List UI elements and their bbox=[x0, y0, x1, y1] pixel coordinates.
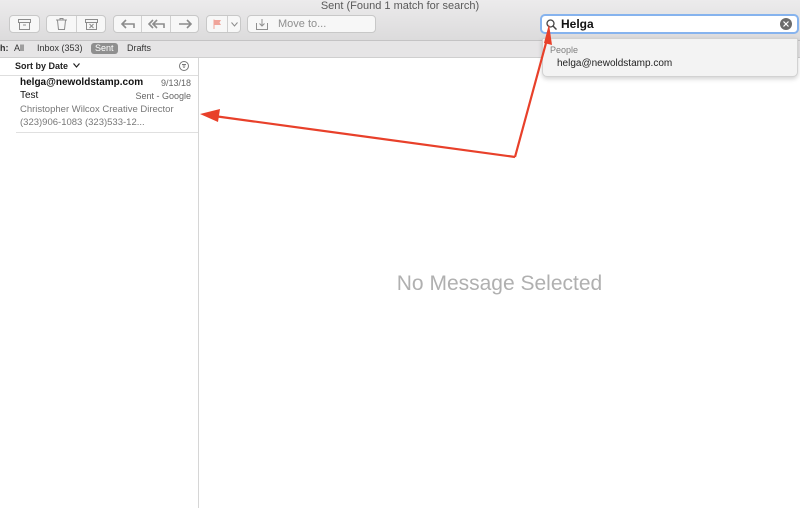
scope-prefix: h: bbox=[0, 43, 9, 53]
junk-icon bbox=[84, 18, 98, 30]
message-sender: helga@newoldstamp.com bbox=[20, 77, 144, 88]
suggestion-item[interactable]: helga@newoldstamp.com bbox=[557, 58, 672, 69]
scope-inbox[interactable]: Inbox (353) bbox=[37, 43, 83, 54]
message-mailbox: Sent - Google bbox=[135, 91, 191, 101]
scope-drafts[interactable]: Drafts bbox=[127, 43, 151, 54]
message-date: 9/13/18 bbox=[160, 78, 191, 88]
move-to-button[interactable]: Move to... bbox=[247, 15, 376, 33]
sort-label: Sort by Date bbox=[15, 61, 69, 71]
reply-all-button[interactable] bbox=[142, 16, 171, 32]
suggestions-header: People bbox=[550, 45, 579, 55]
forward-icon bbox=[178, 19, 192, 29]
delete-button[interactable] bbox=[47, 16, 77, 32]
search-icon bbox=[546, 18, 557, 30]
archive-group bbox=[9, 15, 40, 33]
scope-all[interactable]: All bbox=[14, 43, 24, 54]
archive-icon bbox=[18, 18, 31, 30]
filter-icon[interactable] bbox=[179, 61, 189, 71]
divider bbox=[16, 132, 198, 133]
junk-button[interactable] bbox=[77, 16, 105, 32]
reading-pane: No Message Selected bbox=[199, 58, 800, 508]
move-to-icon bbox=[256, 18, 268, 30]
forward-button[interactable] bbox=[171, 16, 198, 32]
message-list: Sort by Date helga@newoldstamp.com 9/13/… bbox=[0, 58, 199, 508]
flag-menu-button[interactable] bbox=[228, 16, 240, 32]
trash-icon bbox=[56, 18, 67, 30]
move-to-label: Move to... bbox=[278, 18, 327, 30]
flag-group bbox=[206, 15, 241, 33]
close-icon bbox=[783, 21, 789, 27]
reply-button[interactable] bbox=[114, 16, 142, 32]
reply-icon bbox=[120, 19, 135, 29]
search-query: Helga bbox=[561, 17, 594, 31]
message-subject: Test bbox=[20, 90, 39, 101]
flag-icon bbox=[213, 19, 221, 29]
search-suggestions-popup: People helga@newoldstamp.com bbox=[542, 38, 798, 77]
reply-all-icon bbox=[147, 19, 165, 29]
window-title: Sent (Found 1 match for search) bbox=[320, 0, 480, 12]
chevron-down-icon bbox=[72, 63, 80, 68]
chevron-down-icon bbox=[230, 21, 238, 27]
message-preview: Christopher Wilcox Creative Director (32… bbox=[20, 104, 174, 128]
clear-search-button[interactable] bbox=[780, 18, 792, 30]
toolbar: Sent (Found 1 match for search) Move to.… bbox=[0, 0, 800, 41]
reply-group bbox=[113, 15, 199, 33]
archive-button[interactable] bbox=[10, 16, 39, 32]
scope-sent[interactable]: Sent bbox=[91, 43, 118, 54]
no-message-placeholder: No Message Selected bbox=[396, 272, 603, 295]
sort-bar: Sort by Date bbox=[0, 58, 198, 76]
flag-button[interactable] bbox=[207, 16, 228, 32]
delete-junk-group bbox=[46, 15, 106, 33]
search-input[interactable]: Helga bbox=[540, 14, 799, 34]
sort-button[interactable]: Sort by Date bbox=[15, 61, 80, 71]
list-item[interactable]: helga@newoldstamp.com 9/13/18 Test Sent … bbox=[0, 76, 198, 132]
